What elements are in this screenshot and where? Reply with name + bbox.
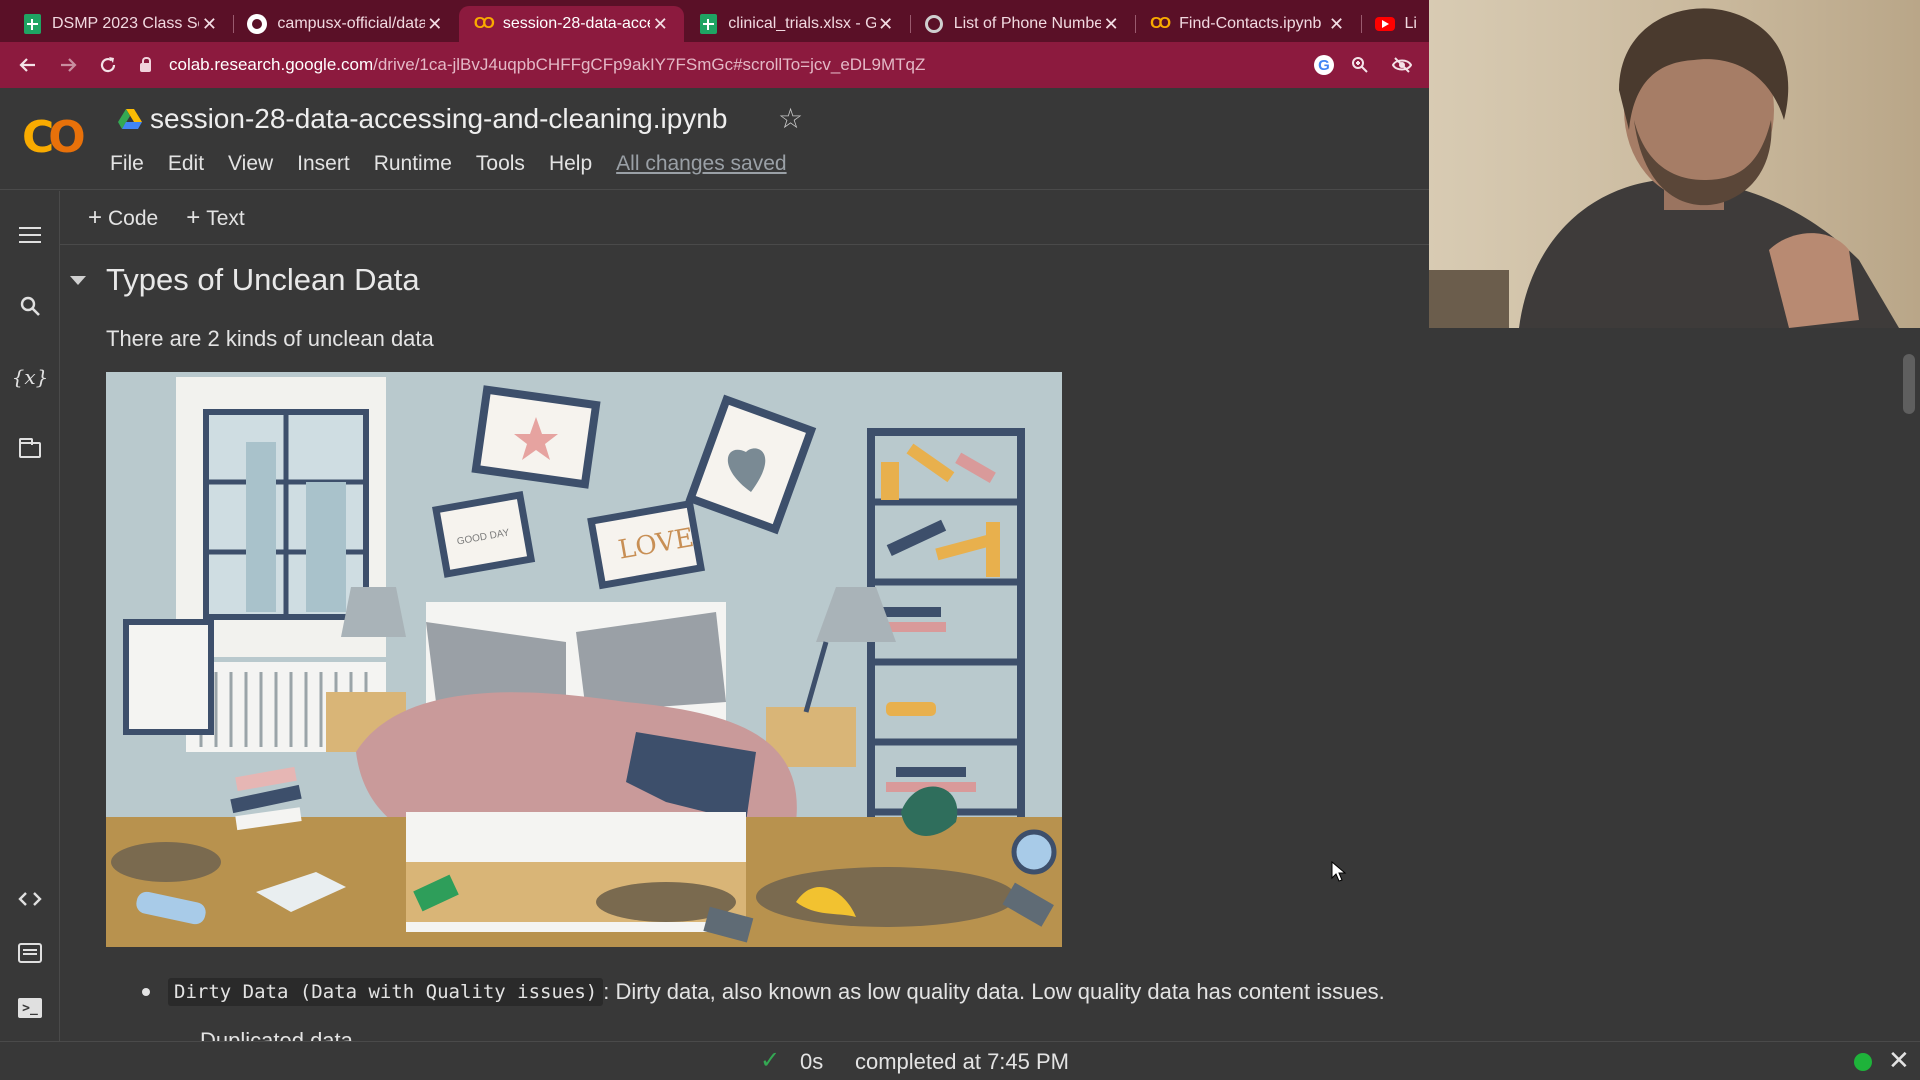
menu-insert[interactable]: Insert (297, 152, 350, 176)
tab-youtube-live[interactable]: Live (1360, 6, 1430, 42)
forward-arrow-icon[interactable] (48, 45, 88, 85)
colab-icon: CO (1150, 15, 1171, 32)
sub-bullet-duplicated-data: Duplicated data (200, 1028, 353, 1041)
command-palette-icon[interactable] (14, 937, 46, 969)
tab-github-campusx[interactable]: campusx-official/data ✕ (233, 6, 458, 42)
add-code-button[interactable]: + Code (88, 204, 158, 232)
files-icon[interactable] (14, 434, 46, 466)
url-path: /drive/1ca-jlBvJ4uqpbCHFFgCFp9akIY7FSmGc… (373, 55, 926, 74)
close-tab-icon[interactable]: ✕ (650, 14, 670, 35)
chatgpt-icon (924, 14, 944, 34)
menu-view[interactable]: View (228, 152, 273, 176)
plus-icon: + (186, 203, 201, 231)
collapse-section-icon[interactable] (70, 276, 86, 285)
messy-bedroom-illustration: GOOD DAY LOVE (106, 372, 1062, 947)
close-tab-icon[interactable]: ✕ (876, 14, 896, 35)
checkmark-icon: ✓ (760, 1047, 781, 1074)
left-sidebar: {x} >_ (0, 191, 60, 1041)
notebook-title[interactable]: session-28-data-accessing-and-cleaning.i… (150, 103, 727, 135)
menu-runtime[interactable]: Runtime (374, 152, 452, 176)
tab-title: session-28-data-acce (502, 15, 651, 32)
screen: DSMP 2023 Class Sch ✕ campusx-official/d… (0, 0, 1920, 1080)
github-icon (247, 14, 268, 34)
notebook-content: Types of Unclean Data There are 2 kinds … (60, 246, 1900, 1041)
google-lens-icon[interactable]: G (1314, 55, 1334, 75)
execution-duration: 0s (800, 1049, 824, 1074)
back-arrow-icon[interactable] (8, 45, 48, 85)
sub-bullet-text: Duplicated data (200, 1028, 353, 1041)
plus-icon: + (88, 203, 103, 231)
colab-icon: CO (473, 15, 495, 32)
address-bar-actions: G (1314, 42, 1430, 88)
dirty-data-description: : Dirty data, also known as low quality … (603, 979, 1385, 1004)
zoom-icon[interactable] (1344, 49, 1376, 81)
code-snippets-icon[interactable] (14, 883, 46, 915)
star-icon[interactable]: ☆ (778, 102, 803, 135)
lock-icon (140, 56, 151, 72)
menu-bar: File Edit View Insert Runtime Tools Help… (110, 152, 811, 176)
execution-status: completed at 7:45 PM (855, 1049, 1070, 1074)
close-tab-icon[interactable]: ✕ (199, 14, 219, 35)
tab-session-28-notebook[interactable]: CO session-28-data-acce ✕ (458, 6, 685, 42)
notebook-toolbar: + Code + Text (60, 191, 1430, 245)
close-tab-icon[interactable]: ✕ (1327, 14, 1347, 35)
colab-header: CO session-28-data-accessing-and-cleanin… (0, 88, 1430, 190)
close-tab-icon[interactable]: ✕ (1101, 14, 1121, 35)
url-host: colab.research.google.com (169, 55, 374, 74)
tab-title: DSMP 2023 Class Sch (52, 15, 200, 32)
save-status[interactable]: All changes saved (616, 152, 786, 176)
google-drive-icon[interactable] (118, 108, 142, 130)
tab-title: Find-Contacts.ipynb (1179, 15, 1322, 32)
add-code-label: Code (108, 206, 159, 230)
mouse-cursor-icon (1331, 861, 1347, 882)
section-heading: Types of Unclean Data (106, 262, 420, 297)
tab-title: Live (1404, 15, 1416, 32)
tab-title: clinical_trials.xlsx - Go (728, 15, 876, 32)
intro-text: There are 2 kinds of unclean data (106, 326, 434, 351)
menu-file[interactable]: File (110, 152, 144, 176)
tab-phone-numbers[interactable]: List of Phone Numbe ✕ (909, 6, 1135, 42)
google-sheets-icon (22, 14, 42, 34)
add-text-button[interactable]: + Text (186, 204, 245, 232)
reload-icon[interactable] (88, 45, 128, 85)
bullet-dot (142, 988, 150, 996)
youtube-icon (1374, 14, 1395, 34)
scrollbar-thumb[interactable] (1903, 354, 1915, 414)
add-text-label: Text (206, 206, 245, 230)
table-of-contents-icon[interactable] (14, 219, 46, 251)
tab-clinical-trials[interactable]: clinical_trials.xlsx - Go ✕ (684, 6, 909, 42)
google-sheets-icon (698, 14, 718, 34)
browser-tab-strip: DSMP 2023 Class Sch ✕ campusx-official/d… (0, 0, 1430, 42)
tab-title: campusx-official/data (277, 15, 425, 32)
menu-tools[interactable]: Tools (476, 152, 525, 176)
dirty-data-code: Dirty Data (Data with Quality issues) (168, 978, 604, 1006)
url-bar[interactable]: colab.research.google.com /drive/1ca-jlB… (140, 42, 925, 88)
status-bar: ✓ 0s completed at 7:45 PM ✕ (0, 1041, 1920, 1080)
webcam-overlay (1429, 0, 1920, 328)
variables-icon[interactable]: {x} (12, 361, 49, 393)
terminal-icon[interactable]: >_ (14, 992, 46, 1024)
runtime-connected-icon[interactable] (1854, 1053, 1872, 1071)
tab-dsmp-class-schedule[interactable]: DSMP 2023 Class Sch ✕ (8, 6, 233, 42)
menu-edit[interactable]: Edit (168, 152, 204, 176)
tab-find-contacts[interactable]: CO Find-Contacts.ipynb ✕ (1135, 6, 1360, 42)
close-tab-icon[interactable]: ✕ (425, 14, 445, 35)
eye-off-icon[interactable] (1386, 49, 1418, 81)
search-icon[interactable] (14, 290, 46, 322)
colab-logo[interactable]: CO (22, 112, 86, 163)
browser-toolbar: colab.research.google.com /drive/1ca-jlB… (0, 42, 1430, 88)
close-icon[interactable]: ✕ (1888, 1045, 1910, 1076)
dirty-data-bullet: Dirty Data (Data with Quality issues) : … (142, 978, 1385, 1006)
tab-title: List of Phone Numbe (953, 15, 1102, 32)
menu-help[interactable]: Help (549, 152, 592, 176)
